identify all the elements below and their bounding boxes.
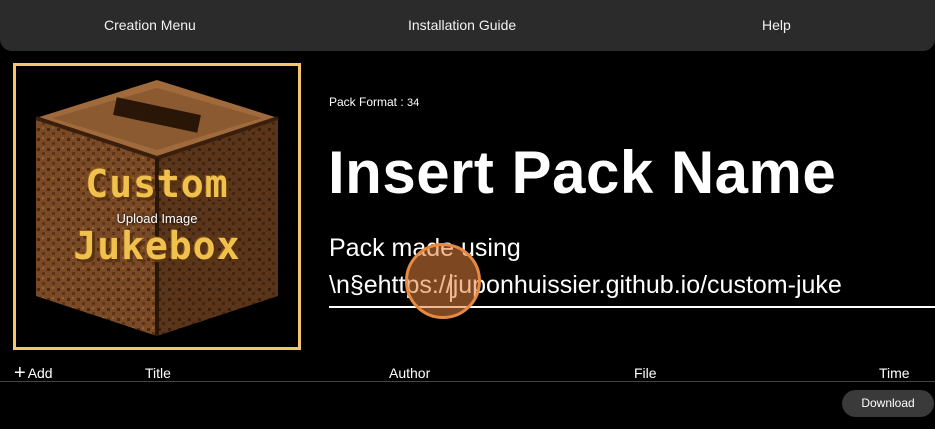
pack-name-input[interactable]: Insert Pack Name	[328, 138, 836, 207]
nav-creation-menu[interactable]: Creation Menu	[104, 0, 196, 51]
nav-installation-guide[interactable]: Installation Guide	[408, 0, 516, 51]
logo-text-jukebox: Jukebox	[73, 224, 241, 268]
pointer-highlight	[405, 243, 481, 319]
tracks-table-header: + Add Title Author File Time	[0, 350, 935, 384]
pack-format: Pack Format : 34	[329, 95, 419, 109]
column-header-title: Title	[145, 365, 171, 381]
top-navigation: Creation Menu Installation Guide Help	[0, 0, 935, 51]
add-track-button[interactable]: + Add	[14, 362, 53, 384]
download-button[interactable]: Download	[842, 390, 934, 417]
nav-help[interactable]: Help	[762, 0, 791, 51]
column-header-file: File	[634, 365, 657, 381]
jukebox-block-image	[35, 80, 279, 336]
pack-format-label: Pack Format :	[329, 95, 404, 109]
plus-icon: +	[14, 362, 26, 384]
pack-format-value: 34	[407, 97, 420, 109]
logo-text-custom: Custom	[85, 162, 229, 206]
pack-icon-upload[interactable]: Custom Upload Image Jukebox	[13, 63, 301, 350]
column-header-time: Time	[879, 365, 910, 381]
add-label: Add	[27, 365, 53, 381]
column-header-author: Author	[389, 365, 431, 381]
